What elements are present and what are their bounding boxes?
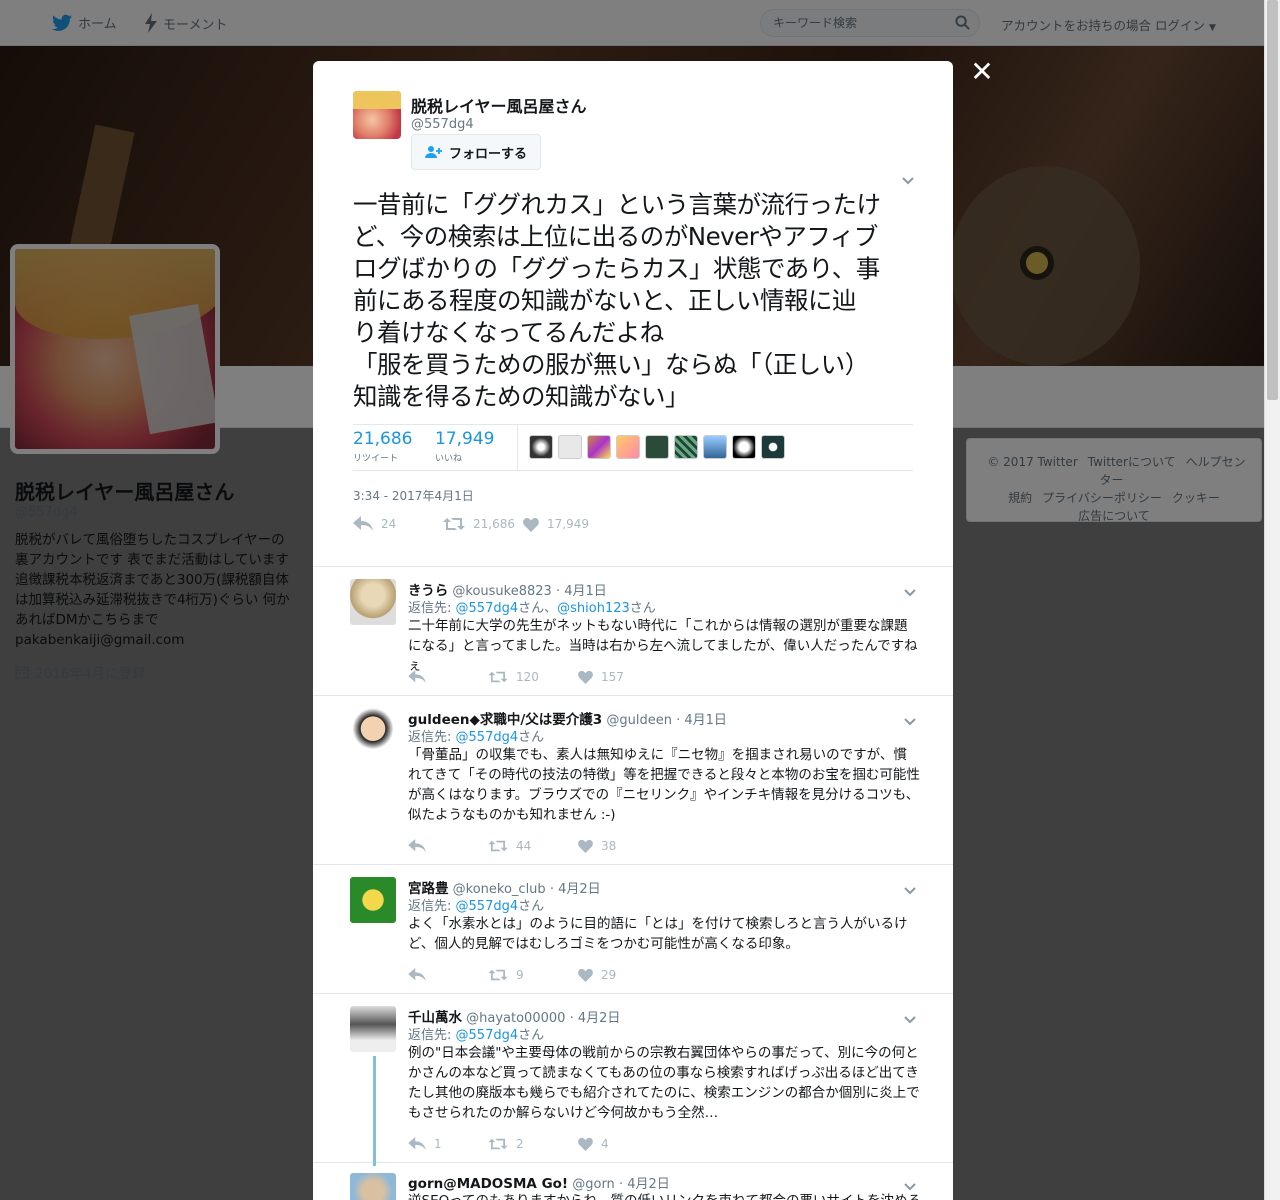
heart-icon	[578, 1137, 593, 1151]
retweet-icon	[488, 840, 508, 852]
reply-header[interactable]: きうら @kousuke8823 · 4月1日	[408, 579, 607, 599]
retweet-button[interactable]: 120	[488, 670, 578, 684]
reply-text: 「骨董品」の収集でも、素人は無知ゆえに『ニセ物』を掴まされ易いのですが、慣れてき…	[408, 747, 920, 823]
reply-to: 返信先: @557dg4さん	[408, 1028, 545, 1043]
retweet-icon	[443, 518, 465, 530]
tweet-timestamp[interactable]: 3:34 - 2017年4月1日	[353, 487, 474, 504]
reply-avatar[interactable]	[350, 877, 396, 923]
reply-button[interactable]	[408, 968, 488, 982]
tweet-actions: 24 21,686 17,949	[353, 516, 589, 532]
close-icon[interactable]: ✕	[968, 58, 996, 86]
chevron-down-icon[interactable]	[903, 714, 917, 728]
liker-avatar[interactable]	[558, 435, 582, 459]
chevron-down-icon[interactable]	[903, 1012, 917, 1026]
reply-tweet[interactable]: gorn@MADOSMA Go! @gorn · 4月2日 逆SEOってのもあり…	[313, 1163, 953, 1200]
reply-actions: 1 2 4	[408, 1137, 609, 1151]
like-button[interactable]: 38	[578, 839, 616, 853]
reply-text: 例の"日本会議"や主要母体の戦前からの宗教右翼団体やらの事だって、別に今の何とか…	[408, 1045, 920, 1121]
liker-avatar[interactable]	[587, 435, 611, 459]
reply-actions: 44 38	[408, 839, 616, 853]
reply-button[interactable]: 24	[353, 516, 443, 532]
add-user-icon	[424, 146, 442, 158]
retweet-button[interactable]: 9	[488, 968, 578, 982]
reply-tweet[interactable]: きうら @kousuke8823 · 4月1日 返信先: @557dg4さん、@…	[313, 567, 953, 696]
tweet-stats: 21,686 リツイート 17,949 いいね	[353, 424, 913, 471]
chevron-down-icon[interactable]	[903, 883, 917, 897]
reply-to: 返信先: @557dg4さん	[408, 730, 545, 745]
thread-line	[373, 1056, 376, 1166]
reply-actions: 120 157	[408, 670, 624, 684]
author-avatar[interactable]	[353, 91, 401, 139]
heart-icon	[523, 517, 539, 532]
reply-to: 返信先: @557dg4さん	[408, 899, 545, 914]
reply-avatar[interactable]	[350, 1173, 396, 1200]
retweet-icon	[488, 969, 508, 981]
reply-button[interactable]	[408, 670, 488, 684]
liker-avatar[interactable]	[616, 435, 640, 459]
reply-icon	[353, 516, 373, 531]
retweet-icon	[488, 671, 508, 683]
reply-avatar[interactable]	[350, 1006, 396, 1052]
author-name[interactable]: 脱税レイヤー風呂屋さん	[411, 93, 587, 117]
reply-avatar[interactable]	[350, 579, 396, 625]
reply-button[interactable]: 1	[408, 1137, 488, 1151]
liker-avatar[interactable]	[674, 435, 698, 459]
reply-header[interactable]: guldeen◆求職中/父は要介護3 @guldeen · 4月1日	[408, 708, 727, 728]
like-button[interactable]: 157	[578, 670, 624, 684]
author-handle[interactable]: @557dg4	[411, 117, 474, 132]
reply-avatar[interactable]	[350, 708, 396, 754]
liker-avatar[interactable]	[529, 435, 553, 459]
chevron-down-icon[interactable]	[903, 585, 917, 599]
reply-button[interactable]	[408, 839, 488, 853]
like-stat[interactable]: 17,949 いいね	[435, 429, 494, 465]
retweet-stat[interactable]: 21,686 リツイート	[353, 429, 412, 465]
reply-header[interactable]: 千山萬水 @hayato00000 · 4月2日	[408, 1006, 620, 1026]
retweet-button[interactable]: 44	[488, 839, 578, 853]
main-tweet: 脱税レイヤー風呂屋さん @557dg4 フォローする 一昔前に「ググれカス」とい…	[313, 61, 953, 567]
like-button[interactable]: 29	[578, 968, 616, 982]
reply-icon	[408, 670, 426, 684]
liker-avatar[interactable]	[761, 435, 785, 459]
tweet-modal: 脱税レイヤー風呂屋さん @557dg4 フォローする 一昔前に「ググれカス」とい…	[313, 61, 953, 1200]
scrollbar-thumb[interactable]	[1267, 0, 1278, 400]
chevron-down-icon[interactable]	[901, 173, 915, 187]
retweet-button[interactable]: 21,686	[443, 516, 523, 532]
liker-avatar[interactable]	[703, 435, 727, 459]
heart-icon	[578, 839, 593, 853]
reply-tweet[interactable]: 宮路豊 @koneko_club · 4月2日 返信先: @557dg4さん よ…	[313, 865, 953, 994]
reply-tweet[interactable]: 千山萬水 @hayato00000 · 4月2日 返信先: @557dg4さん …	[313, 994, 953, 1166]
follow-button[interactable]: フォローする	[411, 134, 541, 170]
reply-icon	[408, 1137, 426, 1151]
tweet-text: 一昔前に「ググれカス」という言葉が流行ったけ ど、今の検索は上位に出るのがNeve…	[353, 190, 881, 411]
liker-avatar[interactable]	[732, 435, 756, 459]
like-button[interactable]: 17,949	[523, 517, 589, 532]
page-scrollbar[interactable]	[1264, 0, 1280, 1200]
reply-icon	[408, 839, 426, 853]
reply-text: 二十年前に大学の先生がネットもない時代に「これからは情報の選別が重要な課題になる…	[408, 618, 918, 674]
reply-tweet[interactable]: guldeen◆求職中/父は要介護3 @guldeen · 4月1日 返信先: …	[313, 696, 953, 865]
reply-header[interactable]: gorn@MADOSMA Go! @gorn · 4月2日	[408, 1173, 670, 1192]
reply-to: 返信先: @557dg4さん、@shioh123さん	[408, 601, 656, 616]
reply-actions: 9 29	[408, 968, 616, 982]
heart-icon	[578, 968, 593, 982]
liker-avatars	[529, 435, 785, 459]
reply-text: 逆SEOってのもありますからね。質の低いリンクを束ねて都合の悪いサイトを沈める	[408, 1191, 920, 1200]
reply-text: よく「水素水とは」のように目的語に「とは」を付けて検索しろと言う人がいるけど、個…	[408, 916, 908, 952]
reply-icon	[408, 968, 426, 982]
retweet-icon	[488, 1138, 508, 1150]
like-button[interactable]: 4	[578, 1137, 609, 1151]
heart-icon	[578, 670, 593, 684]
reply-header[interactable]: 宮路豊 @koneko_club · 4月2日	[408, 877, 601, 897]
retweet-button[interactable]: 2	[488, 1137, 578, 1151]
liker-avatar[interactable]	[645, 435, 669, 459]
